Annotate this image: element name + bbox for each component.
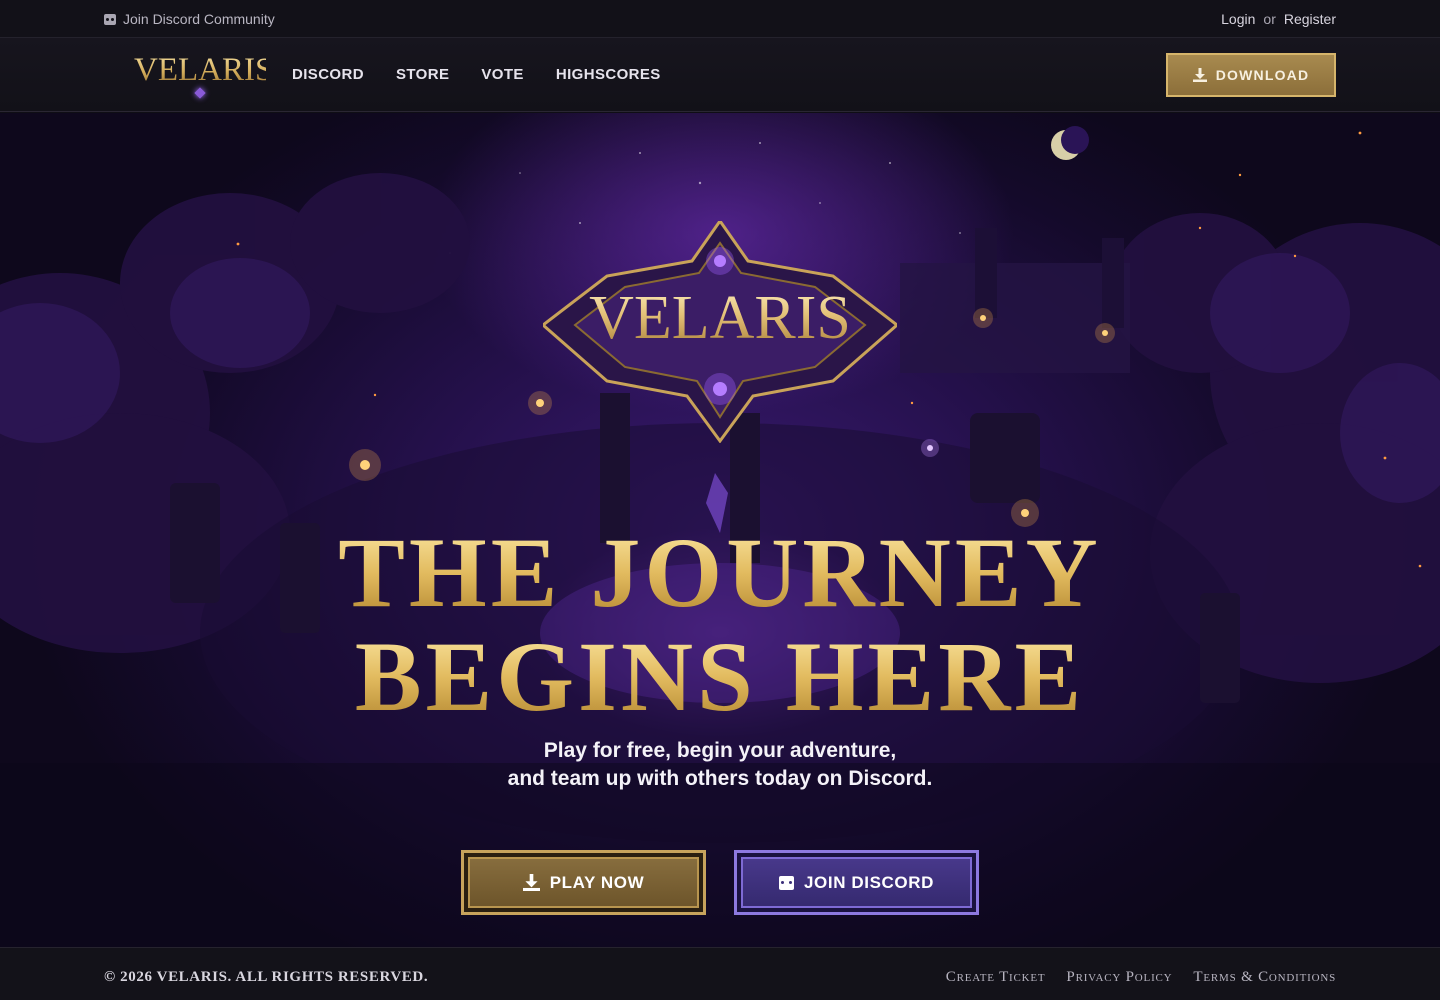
- auth-links: Login or Register: [1221, 11, 1336, 27]
- hero-crest-logo: VELARIS: [543, 221, 897, 443]
- footer-link-terms-conditions[interactable]: Terms & Conditions: [1193, 969, 1336, 986]
- play-now-button[interactable]: PLAY NOW: [461, 850, 706, 915]
- nav-link-store[interactable]: STORE: [396, 66, 449, 83]
- hero-crest-title: VELARIS: [543, 283, 897, 353]
- join-discord-community-label: Join Discord Community: [123, 11, 275, 27]
- download-button[interactable]: DOWNLOAD: [1166, 53, 1336, 97]
- download-icon: [1192, 68, 1207, 82]
- nav-link-highscores[interactable]: HIGHSCORES: [556, 66, 661, 83]
- brand-logo[interactable]: VELARIS: [134, 52, 274, 99]
- login-link[interactable]: Login: [1221, 11, 1255, 27]
- auth-separator: or: [1263, 11, 1276, 27]
- top-utility-bar: Join Discord Community Login or Register: [0, 0, 1440, 38]
- join-discord-button[interactable]: JOIN DISCORD: [734, 850, 979, 915]
- download-icon: [522, 874, 540, 891]
- nav-link-discord[interactable]: DISCORD: [292, 66, 364, 83]
- join-discord-label: JOIN DISCORD: [804, 872, 934, 892]
- brand-logo-text: VELARIS: [134, 52, 274, 88]
- footer: © 2026 VELARIS. ALL RIGHTS RESERVED. Cre…: [0, 947, 1440, 1000]
- hero-subline-line-2: and team up with others today on Discord…: [507, 767, 933, 790]
- join-discord-community-link[interactable]: Join Discord Community: [104, 11, 275, 27]
- discord-icon: [779, 875, 794, 890]
- brand-gem-icon: [194, 87, 206, 99]
- register-link[interactable]: Register: [1284, 11, 1336, 27]
- nav-link-vote[interactable]: VOTE: [481, 66, 523, 83]
- hero-headline-line-2: BEGINS HERE: [0, 625, 1440, 729]
- hero-subline-line-1: Play for free, begin your adventure,: [543, 739, 897, 762]
- nav-links: DISCORD STORE VOTE HIGHSCORES: [292, 66, 661, 83]
- discord-icon: [104, 13, 116, 25]
- footer-links: Create Ticket Privacy Policy Terms & Con…: [946, 969, 1336, 986]
- copyright-text: © 2026 VELARIS. ALL RIGHTS RESERVED.: [104, 969, 429, 985]
- main-navbar: VELARIS DISCORD STORE VOTE HIGHSCORES DO…: [0, 38, 1440, 112]
- hero-subline: Play for free, begin your adventure, and…: [0, 737, 1440, 793]
- footer-link-privacy-policy[interactable]: Privacy Policy: [1066, 969, 1172, 986]
- hero-section: VELARIS THE JOURNEY BEGINS HERE Play for…: [0, 113, 1440, 947]
- hero-headline-line-1: THE JOURNEY: [0, 521, 1440, 625]
- moon-icon: [1051, 126, 1089, 160]
- play-now-label: PLAY NOW: [549, 872, 645, 892]
- footer-link-create-ticket[interactable]: Create Ticket: [946, 969, 1046, 986]
- hero-headline: THE JOURNEY BEGINS HERE: [0, 521, 1440, 729]
- download-button-label: DOWNLOAD: [1215, 67, 1310, 83]
